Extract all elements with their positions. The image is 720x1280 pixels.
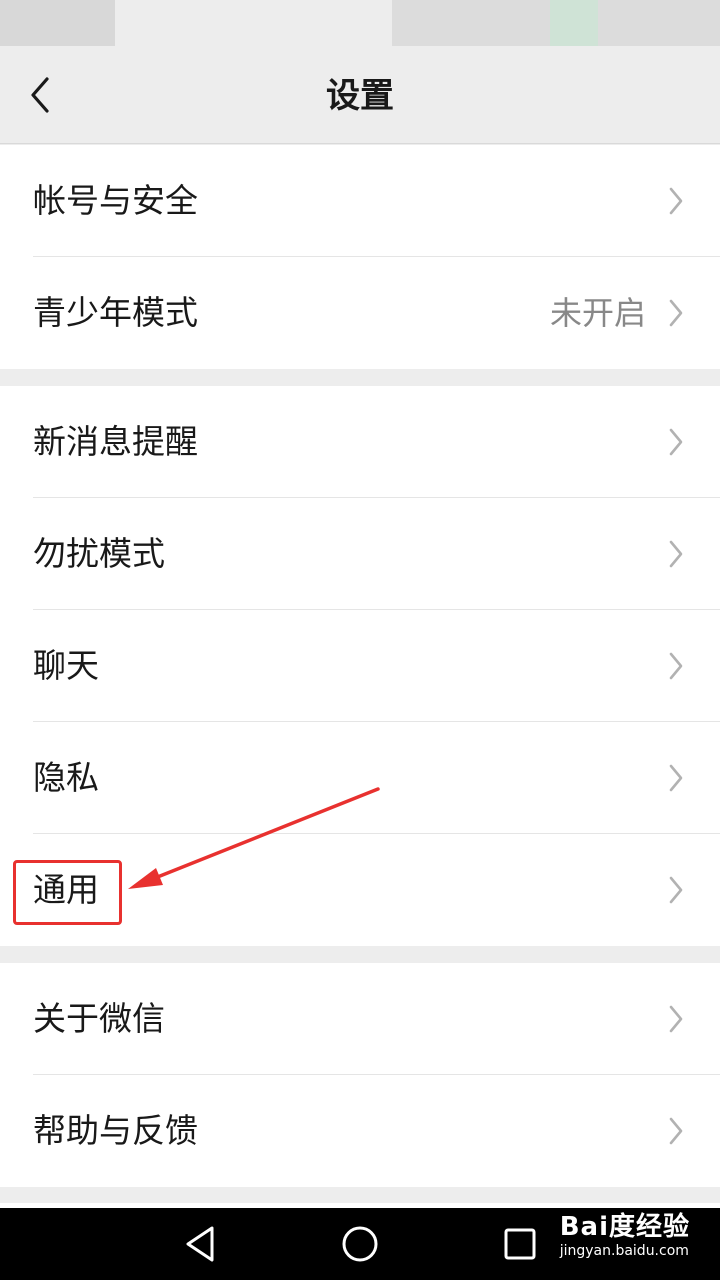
settings-item-label: 关于微信 [33, 999, 165, 1038]
chevron-right-icon [669, 1117, 683, 1145]
chevron-right-icon [669, 764, 683, 792]
settings-group-account: 帐号与安全 青少年模式 未开启 [0, 145, 720, 369]
recents-icon[interactable] [498, 1222, 542, 1266]
chevron-right-icon [669, 428, 683, 456]
settings-item-label: 新消息提醒 [33, 422, 198, 461]
watermark-main: Bai度经验 [559, 1212, 690, 1242]
settings-group-general: 新消息提醒 勿扰模式 聊天 隐私 通用 [0, 386, 720, 946]
settings-item-chat[interactable]: 聊天 [0, 610, 720, 722]
settings-item-general[interactable]: 通用 [0, 834, 720, 946]
youth-mode-status: 未开启 [549, 294, 646, 332]
settings-item-privacy[interactable]: 隐私 [0, 722, 720, 834]
settings-item-help-feedback[interactable]: 帮助与反馈 [0, 1075, 720, 1187]
settings-item-label: 聊天 [33, 646, 99, 685]
watermark-sub: jingyan.baidu.com [559, 1243, 689, 1259]
home-icon[interactable] [338, 1222, 382, 1266]
status-blur-green [550, 0, 598, 46]
settings-item-label: 青少年模式 [33, 293, 198, 332]
chevron-right-icon [669, 876, 683, 904]
chevron-right-icon [669, 299, 683, 327]
status-blur-left [0, 0, 115, 46]
settings-group-about: 关于微信 帮助与反馈 [0, 963, 720, 1187]
status-bar [0, 0, 720, 46]
settings-item-label: 通用 [33, 870, 99, 909]
watermark: Bai度经验 jingyan.baidu.com [560, 1212, 690, 1260]
settings-item-account-security[interactable]: 帐号与安全 [0, 145, 720, 257]
settings-item-label: 勿扰模式 [33, 534, 165, 573]
settings-item-about-wechat[interactable]: 关于微信 [0, 963, 720, 1075]
nav-bar: 设置 [0, 46, 720, 144]
chevron-right-icon [669, 540, 683, 568]
chevron-right-icon [669, 187, 683, 215]
chevron-right-icon [669, 1005, 683, 1033]
settings-item-youth-mode[interactable]: 青少年模式 未开启 [0, 257, 720, 369]
page-title: 设置 [326, 76, 394, 116]
settings-item-label: 隐私 [33, 758, 99, 797]
settings-item-notifications[interactable]: 新消息提醒 [0, 386, 720, 498]
settings-item-do-not-disturb[interactable]: 勿扰模式 [0, 498, 720, 610]
back-icon[interactable] [178, 1222, 222, 1266]
chevron-right-icon [669, 652, 683, 680]
settings-item-label: 帐号与安全 [33, 181, 198, 220]
settings-item-label: 帮助与反馈 [33, 1111, 198, 1150]
